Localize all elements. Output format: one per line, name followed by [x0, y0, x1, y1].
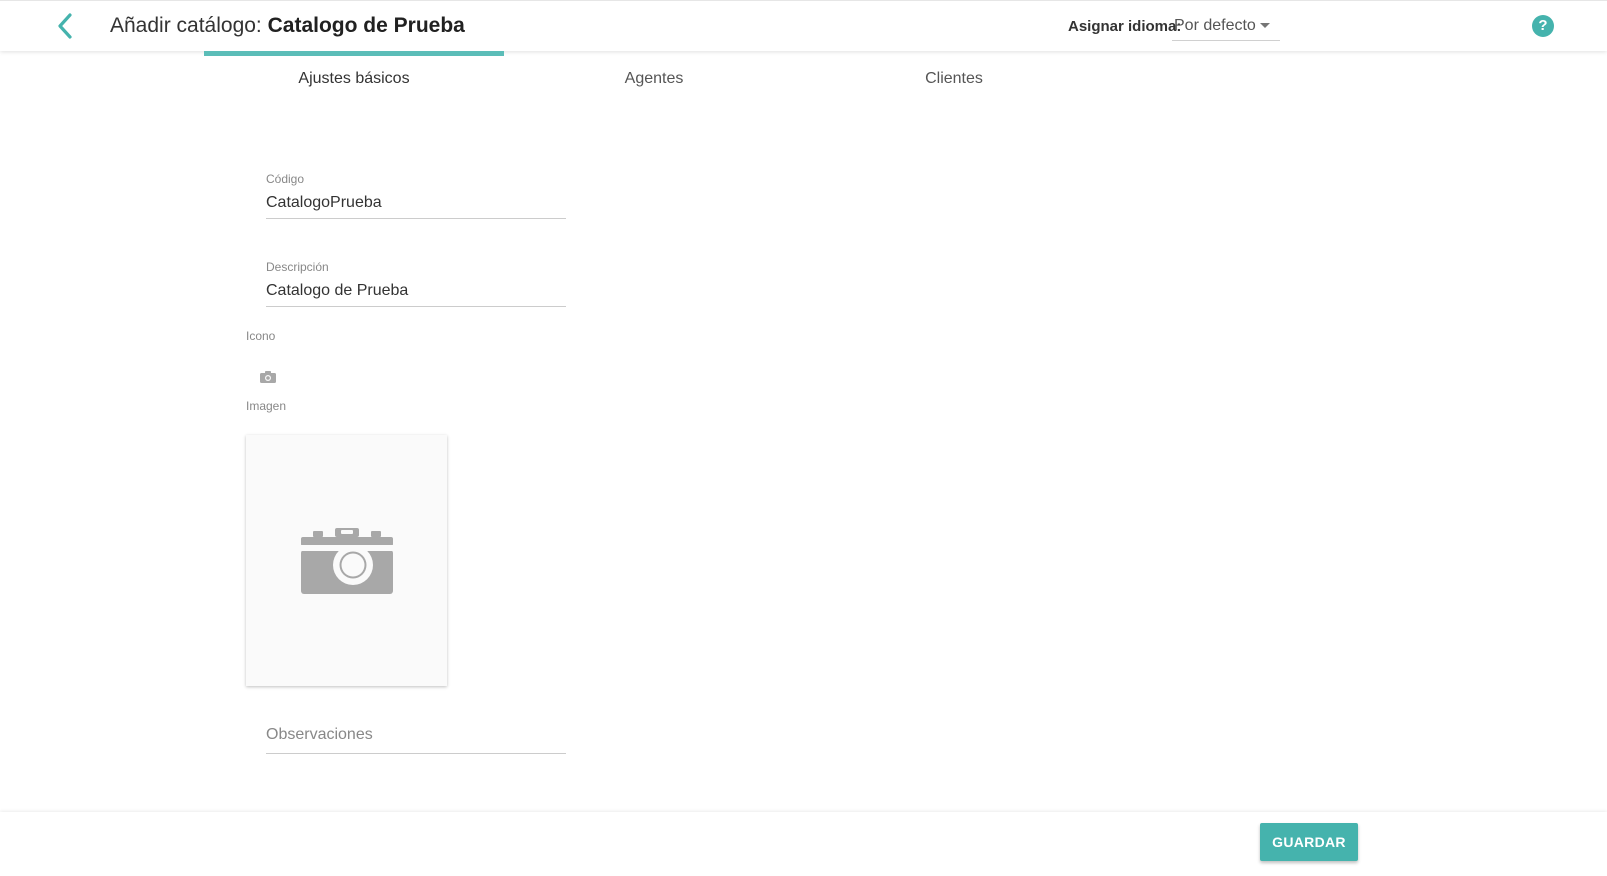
description-input[interactable]: Catalogo de Prueba: [266, 282, 566, 307]
icon-label: Icono: [246, 329, 276, 343]
help-icon[interactable]: ?: [1532, 15, 1554, 37]
tab-agentes[interactable]: Agentes: [504, 70, 804, 88]
camera-icon: [300, 527, 393, 594]
observations-input[interactable]: Observaciones: [266, 726, 566, 754]
chevron-left-icon: [58, 13, 72, 39]
app-root: Añadir catálogo: Catalogo de Prueba Asig…: [0, 0, 1607, 876]
description-label: Descripción: [266, 260, 329, 274]
code-label: Código: [266, 172, 305, 186]
back-button[interactable]: [48, 9, 82, 43]
page-title-name: Catalogo de Prueba: [267, 14, 465, 37]
top-bar: Añadir catálogo: Catalogo de Prueba Asig…: [0, 0, 1607, 51]
tab-ajustes-basicos[interactable]: Ajustes básicos: [204, 70, 504, 88]
code-field: Código CatalogoPrueba: [266, 172, 566, 219]
tab-clientes[interactable]: Clientes: [804, 70, 1104, 88]
footer-bar: GUARDAR: [0, 812, 1607, 876]
save-button[interactable]: GUARDAR: [1260, 823, 1358, 861]
chevron-down-icon: [1260, 23, 1270, 28]
description-field: Descripción Catalogo de Prueba: [266, 260, 566, 307]
image-label: Imagen: [246, 399, 287, 413]
image-upload-area[interactable]: [246, 435, 447, 686]
code-input[interactable]: CatalogoPrueba: [266, 194, 566, 219]
camera-icon[interactable]: [259, 370, 277, 384]
page-title: Añadir catálogo: Catalogo de Prueba: [110, 14, 465, 38]
language-label: Asignar idioma:: [1068, 18, 1182, 35]
language-select[interactable]: Por defecto: [1172, 12, 1280, 41]
active-tab-indicator: [204, 51, 504, 56]
language-select-value: Por defecto: [1174, 17, 1256, 34]
page-title-prefix: Añadir catálogo:: [110, 14, 262, 37]
observations-placeholder: Observaciones: [266, 726, 373, 743]
